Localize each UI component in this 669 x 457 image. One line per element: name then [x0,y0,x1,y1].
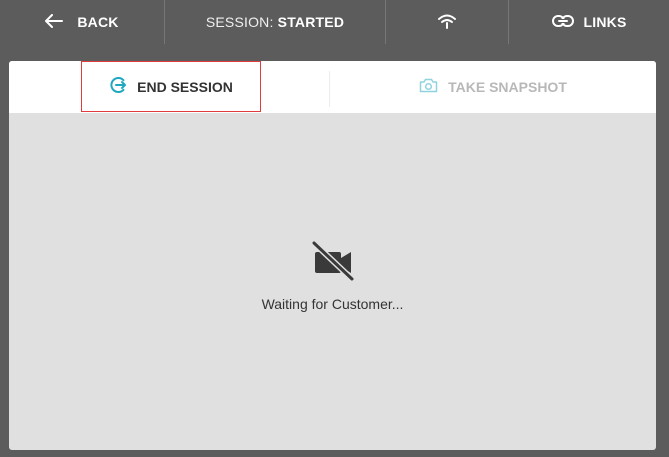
back-label: BACK [77,14,119,30]
exit-icon [109,76,127,97]
waiting-message: Waiting for Customer... [261,296,404,312]
end-session-label: END SESSION [137,78,233,95]
links-button[interactable]: LINKS [509,0,669,44]
session-status: SESSION: STARTED [165,0,385,44]
take-snapshot-label: TAKE SNAPSHOT [448,79,567,95]
take-snapshot-button[interactable]: TAKE SNAPSHOT [330,61,656,113]
links-label: LINKS [583,14,627,30]
session-status-value: STARTED [277,14,345,30]
waiting-state: Waiting for Customer... [9,240,656,312]
top-bar: BACK SESSION: STARTED LINKS [0,0,669,44]
wifi-icon [437,13,457,32]
session-toolbar: END SESSION TAKE SNAPSHOT [9,61,656,113]
video-off-icon [310,240,355,286]
arrow-left-icon [45,13,64,31]
camera-icon [419,78,438,96]
session-label: SESSION: [205,14,274,30]
video-panel: END SESSION TAKE SNAPSHOT Waiting for Cu… [9,61,656,450]
end-session-button[interactable]: END SESSION [81,61,261,112]
back-button[interactable]: BACK [0,0,164,44]
connection-indicator [386,0,508,44]
link-icon [551,14,574,30]
